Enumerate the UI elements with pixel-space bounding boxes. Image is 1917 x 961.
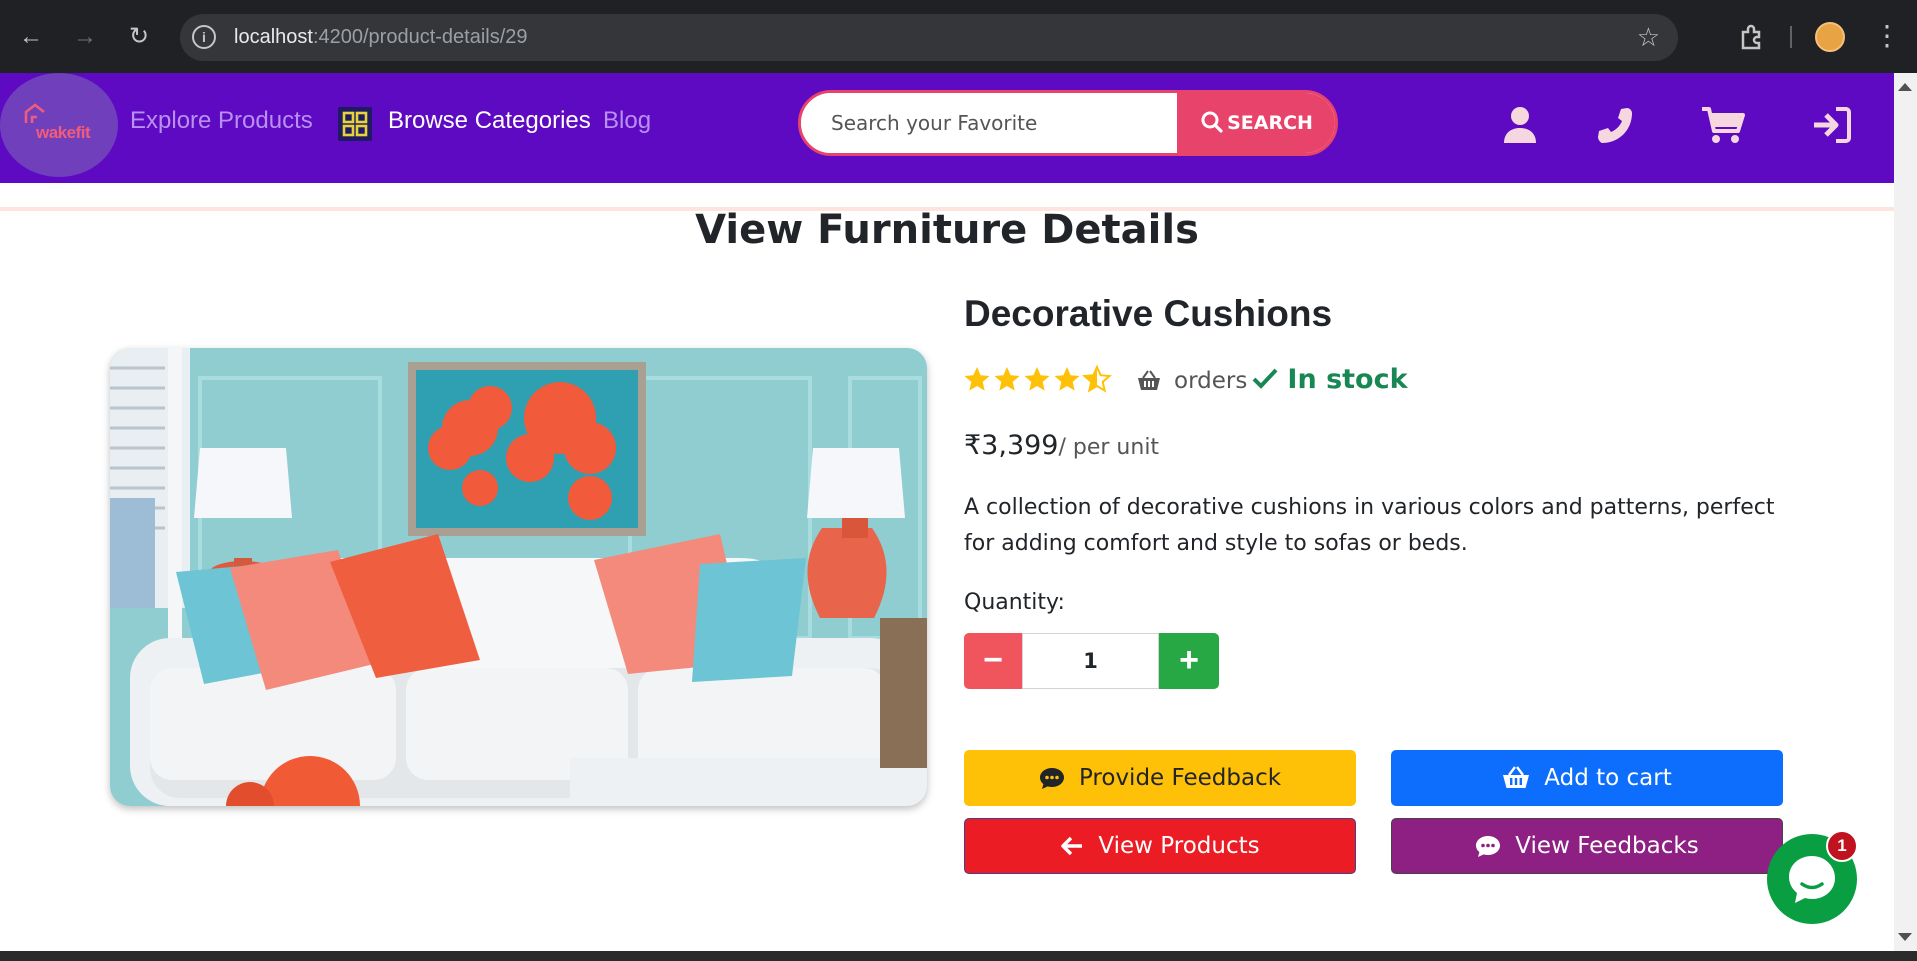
browser-toolbar: ← → ↻ i localhost:4200/product-details/2…	[0, 0, 1917, 73]
star-rating	[963, 362, 1113, 396]
comment-dots-icon	[1039, 768, 1064, 789]
page-title: View Furniture Details	[695, 207, 1199, 253]
bottom-strip	[0, 951, 1917, 961]
address-bar[interactable]: i localhost:4200/product-details/29 ☆	[180, 14, 1678, 61]
reload-icon[interactable]: ↻	[124, 22, 154, 52]
view-feedbacks-button[interactable]: View Feedbacks	[1391, 818, 1783, 874]
page-scrollbar[interactable]	[1894, 73, 1917, 951]
nav-blog[interactable]: Blog	[603, 107, 651, 135]
basket-icon	[1138, 370, 1160, 390]
sofa-cushions-illustration	[110, 348, 927, 806]
product-description: A collection of decorative cushions in v…	[964, 495, 1775, 556]
orders-label: orders	[1174, 368, 1248, 394]
search-input[interactable]	[801, 93, 1175, 153]
quantity-label: Quantity:	[964, 590, 1065, 615]
grid-icon[interactable]	[338, 107, 372, 141]
provide-feedback-button[interactable]: Provide Feedback	[964, 750, 1356, 806]
nav-browse-categories[interactable]: Browse Categories	[388, 107, 591, 135]
search-box: SEARCH	[798, 90, 1338, 156]
bookmark-star-icon[interactable]: ☆	[1637, 22, 1660, 53]
price-unit: / per unit	[1058, 435, 1160, 460]
toolbar-separator	[1790, 26, 1792, 48]
product-price: ₹3,399/ per unit	[964, 430, 1159, 461]
site-navbar: wakefit Explore Products Browse Categori…	[0, 73, 1894, 183]
quantity-stepper: − +	[964, 633, 1219, 689]
stock-label: In stock	[1287, 364, 1408, 395]
increase-quantity-button[interactable]: +	[1159, 633, 1219, 689]
logo-text: wakefit	[36, 123, 91, 142]
add-to-cart-label: Add to cart	[1544, 765, 1672, 791]
provide-feedback-label: Provide Feedback	[1078, 765, 1282, 791]
profile-avatar[interactable]	[1815, 22, 1845, 52]
scroll-up-icon[interactable]	[1898, 83, 1912, 91]
search-button-label: SEARCH	[1227, 112, 1313, 134]
search-icon	[1201, 111, 1223, 133]
stars-icon	[964, 366, 1111, 392]
decrease-quantity-button[interactable]: −	[964, 633, 1022, 689]
quantity-input[interactable]	[1022, 633, 1159, 689]
nav-explore-products[interactable]: Explore Products	[130, 107, 313, 135]
url-text[interactable]: localhost:4200/product-details/29	[234, 26, 528, 49]
user-icon[interactable]	[1498, 103, 1542, 147]
cart-icon[interactable]	[1700, 103, 1746, 147]
site-info-icon[interactable]: i	[192, 25, 216, 49]
scroll-down-icon[interactable]	[1898, 933, 1912, 941]
kebab-menu-icon[interactable]: ⋮	[1873, 20, 1901, 52]
product-name: Decorative Cushions	[964, 293, 1333, 334]
view-products-label: View Products	[1098, 833, 1260, 859]
view-feedbacks-label: View Feedbacks	[1515, 833, 1699, 859]
comment-dots-icon	[1476, 836, 1501, 857]
check-icon	[1252, 368, 1278, 389]
brand-logo[interactable]: wakefit	[0, 73, 118, 177]
add-to-cart-button[interactable]: Add to cart	[1391, 750, 1783, 806]
chat-notification-badge: 1	[1826, 830, 1858, 862]
price-value: ₹3,399	[964, 430, 1059, 461]
basket-icon	[1503, 766, 1530, 788]
extensions-icon[interactable]	[1736, 20, 1768, 52]
forward-icon[interactable]: →	[70, 22, 100, 52]
phone-icon[interactable]	[1592, 103, 1636, 147]
product-image	[110, 348, 927, 806]
house-logo-icon	[24, 103, 45, 123]
view-products-button[interactable]: View Products	[964, 818, 1356, 874]
sign-in-icon[interactable]	[1810, 103, 1854, 147]
arrow-left-icon	[1061, 836, 1083, 856]
stock-status: In stock	[1252, 364, 1408, 395]
search-button[interactable]: SEARCH	[1177, 93, 1335, 153]
back-icon[interactable]: ←	[16, 22, 46, 52]
